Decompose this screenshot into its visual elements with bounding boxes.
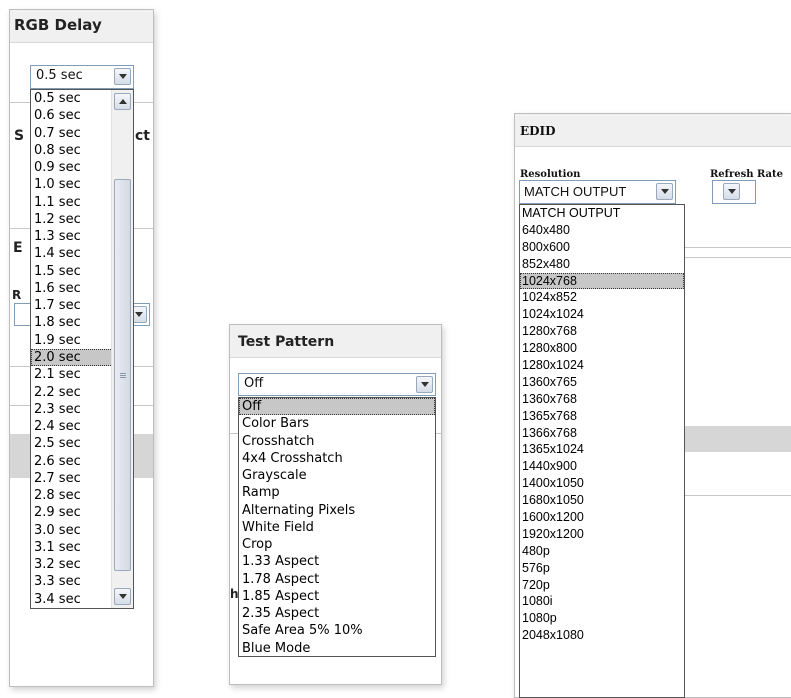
- bg-fragment-s: S: [14, 128, 25, 144]
- test-pattern-option[interactable]: Alternating Pixels: [239, 502, 435, 519]
- scroll-down-icon[interactable]: [114, 588, 131, 605]
- resolution-dropdown-list[interactable]: MATCH OUTPUT 640x480 800x600 852x480 1024x76…: [519, 204, 685, 698]
- edid-title: EDID: [515, 114, 791, 147]
- resolution-option[interactable]: 480p: [520, 543, 684, 560]
- resolution-option[interactable]: 1024x768: [520, 272, 684, 290]
- test-pattern-option[interactable]: Color Bars: [239, 415, 435, 432]
- rgb-delay-select[interactable]: 0.5 sec: [30, 65, 134, 89]
- resolution-option[interactable]: 1680x1050: [520, 492, 684, 509]
- test-pattern-panel: Test Pattern h Off Off Color Bars Crosshat…: [229, 324, 442, 685]
- bg-band: [685, 426, 791, 452]
- resolution-option[interactable]: 1600x1200: [520, 509, 684, 526]
- edid-panel: EDID Resolution Refresh Rate MATCH OUTPU…: [514, 113, 791, 698]
- chevron-down-icon[interactable]: [656, 183, 673, 200]
- test-pattern-option[interactable]: Crop: [239, 536, 435, 553]
- test-pattern-option[interactable]: 2.35 Aspect: [239, 605, 435, 622]
- resolution-option[interactable]: 1024x1024: [520, 306, 684, 323]
- test-pattern-option[interactable]: Off: [239, 398, 435, 416]
- bg-fragment-r: R: [12, 288, 22, 302]
- test-pattern-option[interactable]: 1.78 Aspect: [239, 571, 435, 588]
- dropdown-scrollbar[interactable]: [111, 90, 133, 608]
- rgb-delay-title: RGB Delay: [10, 10, 153, 43]
- scroll-up-icon[interactable]: [114, 93, 131, 110]
- resolution-select[interactable]: MATCH OUTPUT: [519, 180, 676, 204]
- test-pattern-option[interactable]: Grayscale: [239, 467, 435, 484]
- rgb-delay-dropdown-list[interactable]: 0.5 sec 0.6 sec 0.7 sec 0.8 sec 0.9 sec 1.0 s…: [30, 89, 134, 609]
- test-pattern-select[interactable]: Off: [238, 373, 436, 396]
- chevron-down-icon[interactable]: [723, 183, 740, 200]
- resolution-option[interactable]: 1920x1200: [520, 526, 684, 543]
- resolution-option[interactable]: 800x600: [520, 239, 684, 256]
- resolution-option[interactable]: 1400x1050: [520, 475, 684, 492]
- divider: [685, 495, 791, 496]
- test-pattern-selected-value: Off: [244, 376, 264, 391]
- resolution-option[interactable]: 720p: [520, 577, 684, 594]
- test-pattern-option[interactable]: 1.85 Aspect: [239, 588, 435, 605]
- scrollbar-thumb[interactable]: [114, 179, 131, 571]
- resolution-option[interactable]: 1080i: [520, 593, 684, 610]
- resolution-option[interactable]: 576p: [520, 560, 684, 577]
- chevron-down-icon[interactable]: [114, 68, 131, 85]
- chevron-down-icon[interactable]: [416, 376, 433, 393]
- resolution-option[interactable]: 1440x900: [520, 458, 684, 475]
- rgb-delay-selected-value: 0.5 sec: [36, 68, 83, 83]
- resolution-option[interactable]: 1365x1024: [520, 441, 684, 458]
- refresh-rate-label: Refresh Rate: [710, 169, 783, 180]
- rgb-delay-panel: RGB Delay S ct E R 0.5 sec 0.5 sec 0.6 se…: [9, 9, 154, 687]
- resolution-option[interactable]: 1024x852: [520, 289, 684, 306]
- resolution-option[interactable]: 1080p: [520, 610, 684, 627]
- resolution-option[interactable]: MATCH OUTPUT: [520, 205, 684, 222]
- test-pattern-option[interactable]: White Field: [239, 519, 435, 536]
- resolution-option[interactable]: 640x480: [520, 222, 684, 239]
- resolution-option[interactable]: 1280x1024: [520, 357, 684, 374]
- resolution-option[interactable]: 1280x800: [520, 340, 684, 357]
- resolution-option[interactable]: 2048x1080: [520, 627, 684, 644]
- resolution-selected-value: MATCH OUTPUT: [524, 184, 627, 199]
- divider: [685, 247, 791, 248]
- test-pattern-option[interactable]: Crosshatch: [239, 433, 435, 450]
- test-pattern-dropdown-list[interactable]: Off Color Bars Crosshatch 4x4 Crosshatch Gra…: [238, 397, 436, 657]
- test-pattern-option[interactable]: Safe Area 5% 10%: [239, 622, 435, 639]
- resolution-option[interactable]: 1366x768: [520, 425, 684, 442]
- resolution-option[interactable]: 852x480: [520, 256, 684, 273]
- test-pattern-option[interactable]: 1.33 Aspect: [239, 553, 435, 570]
- bg-fragment-ct: ct: [135, 128, 150, 144]
- resolution-option[interactable]: 1360x768: [520, 391, 684, 408]
- test-pattern-option[interactable]: Blue Mode: [239, 640, 435, 656]
- bg-fragment-e: E: [13, 240, 23, 256]
- test-pattern-option[interactable]: 4x4 Crosshatch: [239, 450, 435, 467]
- resolution-option[interactable]: 1360x765: [520, 374, 684, 391]
- resolution-option[interactable]: 1365x768: [520, 408, 684, 425]
- resolution-option[interactable]: 1280x768: [520, 323, 684, 340]
- divider: [685, 257, 791, 258]
- test-pattern-option[interactable]: Ramp: [239, 484, 435, 501]
- refresh-rate-select[interactable]: [712, 180, 756, 204]
- test-pattern-title: Test Pattern: [230, 325, 441, 358]
- resolution-label: Resolution: [520, 169, 581, 180]
